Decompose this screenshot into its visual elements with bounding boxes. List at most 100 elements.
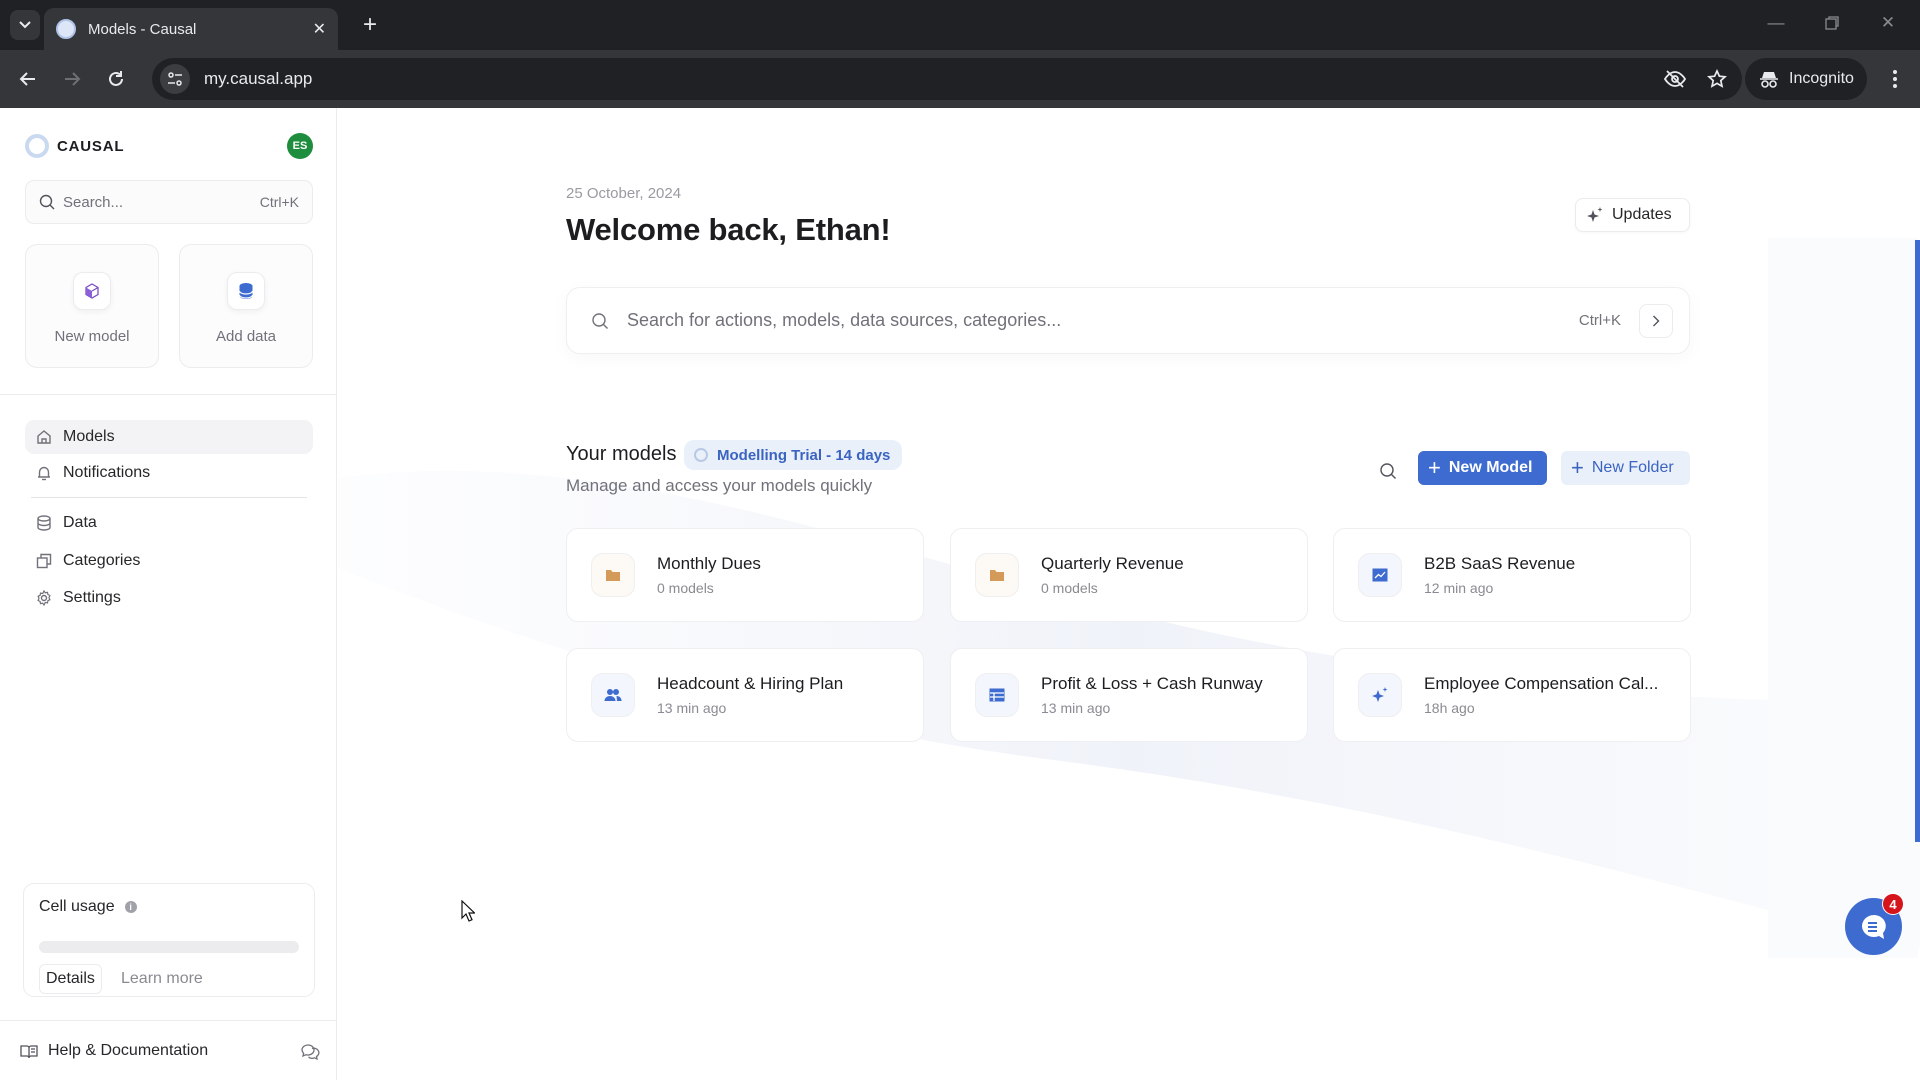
sidebar-item-label: Data [63,514,97,531]
reload-button[interactable] [100,63,132,95]
user-avatar[interactable]: ES [287,133,313,159]
url-text: my.causal.app [204,69,313,88]
folder-card[interactable]: Monthly Dues 0 models [566,528,924,622]
sidebar-item-categories[interactable]: Categories [25,544,313,578]
new-folder-button[interactable]: + New Folder [1561,451,1690,485]
new-model-button[interactable]: + New Model [1418,451,1547,485]
sparkle-icon [1587,207,1603,222]
tab-search-button[interactable] [10,10,40,40]
chat-bubbles-icon[interactable] [300,1042,320,1060]
browser-tab[interactable]: Models - Causal ✕ [44,8,338,50]
sidebar-item-settings[interactable]: Settings [25,581,313,615]
scrollbar[interactable] [1915,240,1920,842]
incognito-label: Incognito [1789,70,1854,87]
chevron-right-icon [1653,315,1660,326]
info-icon[interactable]: i [124,901,137,913]
plus-icon: + [1571,455,1584,480]
chart-line-icon [1358,553,1402,597]
reload-icon [109,71,123,86]
database-icon [35,514,53,532]
new-model-label: New model [54,328,130,345]
new-model-quick-action[interactable]: New model [25,244,159,368]
minimize-button[interactable]: — [1756,8,1796,38]
sidebar-search-placeholder: Search... [63,193,124,211]
card-meta: 0 models [1041,580,1098,596]
folder-icon [591,553,635,597]
tab-title: Models - Causal [88,20,197,38]
help-documentation-link[interactable]: Help & Documentation [20,1038,320,1064]
sidebar-search-input[interactable]: Search... Ctrl+K [25,180,313,224]
restore-icon [1825,16,1839,30]
command-search-input[interactable]: Search for actions, models, data sources… [566,287,1690,354]
model-card[interactable]: Employee Compensation Cal... 18h ago [1333,648,1691,742]
brand-name: CAUSAL [57,137,125,155]
trial-badge[interactable]: Modelling Trial - 14 days [684,440,903,470]
browser-tab-strip: Models - Causal ✕ + — ✕ [0,0,1920,50]
search-icon [39,194,55,210]
add-data-quick-action[interactable]: Add data [179,244,313,368]
sidebar-item-models[interactable]: Models [25,420,313,454]
cell-usage-title: Cell usage [39,898,115,915]
tracking-protection-icon[interactable] [1658,62,1692,96]
browser-toolbar: my.causal.app Incognito [0,50,1920,108]
card-meta: 13 min ago [657,700,727,716]
model-card[interactable]: Profit & Loss + Cash Runway 13 min ago [950,648,1308,742]
search-icon [592,312,608,329]
sidebar: CAUSAL ES Search... Ctrl+K New model Add… [0,108,337,1080]
learn-more-link[interactable]: Learn more [121,970,203,988]
sidebar-item-notifications[interactable]: Notifications [25,456,313,490]
sidebar-item-label: Models [63,428,115,445]
card-title: B2B SaaS Revenue [1424,554,1576,573]
sparkle-icon [1358,673,1402,717]
cube-icon [73,272,111,310]
close-window-button[interactable]: ✕ [1868,8,1908,38]
cell-usage-card: Cell usage i Details Learn more [23,883,315,997]
sidebar-item-label: Categories [63,552,141,569]
table-icon [975,673,1019,717]
new-tab-button[interactable]: + [355,10,385,40]
home-icon [35,428,53,446]
updates-button[interactable]: Updates [1575,198,1690,232]
search-submit-button[interactable] [1639,303,1673,338]
model-card[interactable]: B2B SaaS Revenue 12 min ago [1333,528,1691,622]
cell-usage-progress-bar [39,941,299,953]
sidebar-item-data[interactable]: Data [25,506,313,540]
folder-icon [975,553,1019,597]
command-search-shortcut: Ctrl+K [1578,312,1621,329]
incognito-icon [1760,72,1778,88]
site-info-button[interactable] [160,64,190,94]
card-title: Employee Compensation Cal... [1424,674,1659,693]
arrow-left-icon [19,72,35,86]
sidebar-divider [0,394,337,395]
command-search-placeholder: Search for actions, models, data sources… [627,310,1062,330]
help-label: Help & Documentation [48,1042,209,1059]
models-search-button[interactable] [1375,458,1401,484]
section-subtitle: Manage and access your models quickly [566,476,873,495]
model-card[interactable]: Headcount & Hiring Plan 13 min ago [566,648,924,742]
details-button[interactable]: Details [39,964,102,994]
bookmark-star-icon[interactable] [1700,62,1734,96]
restore-button[interactable] [1812,8,1852,38]
back-button[interactable] [12,63,44,95]
card-meta: 12 min ago [1424,580,1494,596]
page-title: Welcome back, Ethan! [566,212,891,247]
app: CAUSAL ES Search... Ctrl+K New model Add… [0,108,1920,1080]
forward-button[interactable] [56,63,88,95]
incognito-indicator[interactable]: Incognito [1745,58,1867,100]
users-icon [591,673,635,717]
add-data-label: Add data [215,328,277,345]
gear-icon [35,589,53,607]
browser-menu-button[interactable] [1880,63,1910,95]
close-tab-icon[interactable]: ✕ [313,19,326,39]
chat-icon [1861,914,1886,939]
nav-divider [31,497,307,498]
trial-progress-icon [694,448,708,462]
mouse-cursor-icon [461,899,476,927]
folder-card[interactable]: Quarterly Revenue 0 models [950,528,1308,622]
card-title: Monthly Dues [657,554,761,573]
address-bar[interactable]: my.causal.app [152,58,1742,100]
brand-row: CAUSAL ES [25,133,313,159]
search-icon [1380,463,1396,479]
stack-icon [35,552,53,570]
new-folder-button-label: New Folder [1591,459,1674,476]
